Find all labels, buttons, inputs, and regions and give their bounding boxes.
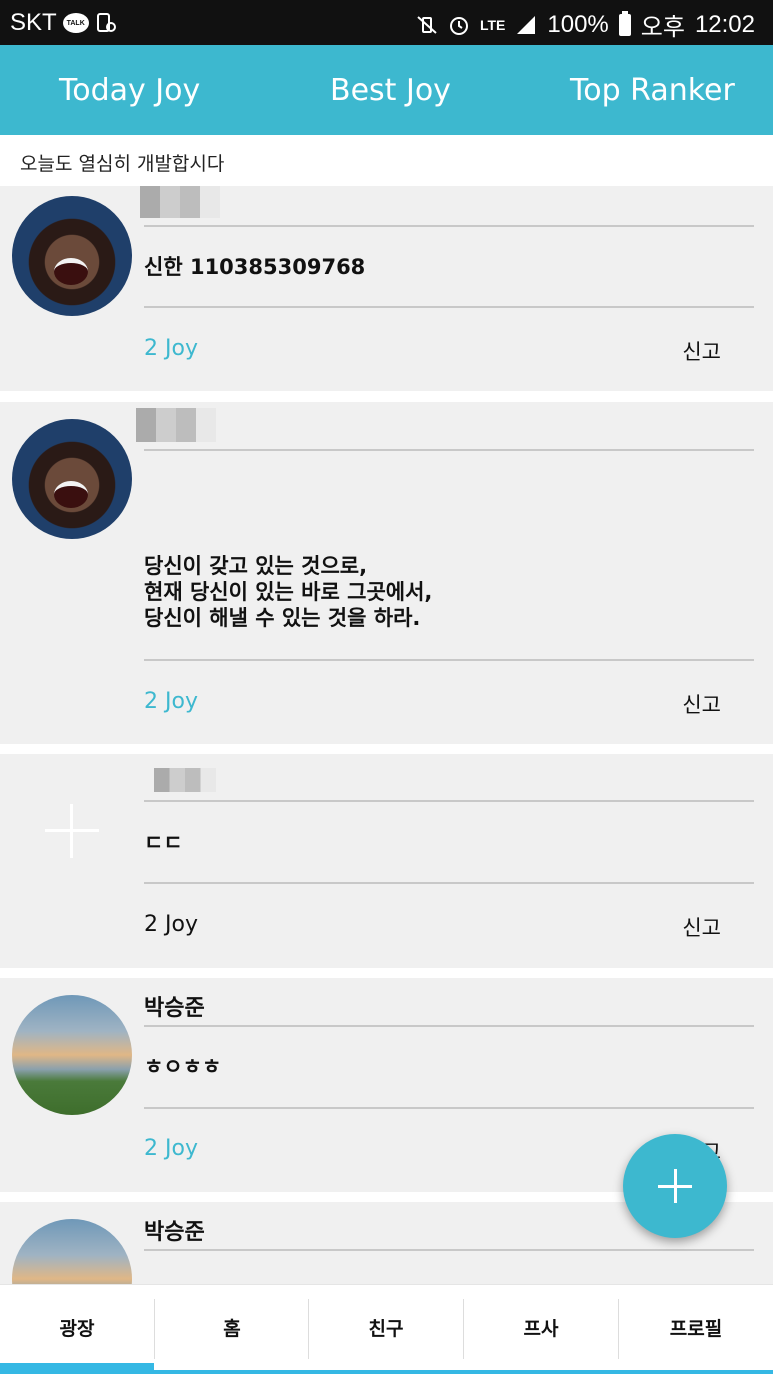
divider (144, 225, 754, 227)
divider (144, 449, 754, 451)
nav-friends[interactable]: 친구 (309, 1285, 463, 1375)
post-feed[interactable]: 신한 110385309768 2 Joy 신고 당신이 갖고 있는 것으로, … (0, 186, 773, 1284)
avatar[interactable] (12, 419, 132, 539)
divider (144, 1107, 754, 1109)
bottom-nav: 광장 홈 친구 프사 프로필 (0, 1284, 773, 1375)
active-tab-indicator (0, 1363, 154, 1370)
vibrate-icon (417, 15, 437, 34)
joy-count[interactable]: 2 Joy (144, 689, 198, 714)
nav-bottom-border (0, 1370, 773, 1374)
battery-icon (618, 10, 631, 36)
avatar[interactable] (12, 196, 132, 316)
post-content: ㄷㄷ (144, 831, 183, 855)
nav-profile-photo[interactable]: 프사 (464, 1285, 618, 1375)
joy-count[interactable]: 2 Joy (144, 336, 198, 361)
author-name-redacted (140, 186, 220, 218)
nav-profile[interactable]: 프로필 (619, 1285, 773, 1375)
author-name[interactable]: 박승준 (144, 990, 205, 1022)
divider (144, 306, 754, 308)
phone-sync-icon (96, 13, 116, 32)
avatar[interactable] (12, 995, 132, 1115)
divider (144, 1249, 754, 1251)
joy-count[interactable]: 2 Joy (144, 1136, 198, 1161)
add-post-button[interactable] (623, 1134, 727, 1238)
status-bar: SKT TALK LTE 100% 오후 12:02 (0, 0, 773, 45)
post-content: 당신이 갖고 있는 것으로, 현재 당신이 있는 바로 그곳에서, 당신이 해낼… (144, 554, 433, 630)
tab-top-ranker[interactable]: Top Ranker (570, 45, 735, 135)
tab-best-joy[interactable]: Best Joy (330, 45, 451, 135)
joy-count[interactable]: 2 Joy (144, 912, 198, 937)
post-card[interactable]: 당신이 갖고 있는 것으로, 현재 당신이 있는 바로 그곳에서, 당신이 해낼… (0, 402, 773, 744)
author-name-redacted (154, 768, 216, 792)
divider (144, 659, 754, 661)
divider (144, 882, 754, 884)
tab-today-joy[interactable]: Today Joy (59, 45, 200, 135)
top-tab-bar: Today Joy Best Joy Top Ranker (0, 45, 773, 135)
report-button[interactable]: 신고 (682, 912, 721, 942)
divider (144, 1025, 754, 1027)
time-ampm: 오후 (640, 14, 685, 41)
post-card[interactable]: ㄷㄷ 2 Joy 신고 (0, 754, 773, 968)
divider (144, 800, 754, 802)
report-button[interactable]: 신고 (682, 689, 721, 719)
alarm-icon (449, 16, 468, 35)
signal-icon (517, 15, 536, 34)
notice-banner: 오늘도 열심히 개발합시다 (0, 135, 773, 186)
carrier-label: SKT (10, 9, 57, 36)
post-card[interactable]: 신한 110385309768 2 Joy 신고 (0, 186, 773, 391)
avatar[interactable] (12, 1219, 132, 1284)
nav-plaza[interactable]: 광장 (0, 1285, 154, 1375)
kakaotalk-icon: TALK (62, 13, 89, 33)
nav-home[interactable]: 홈 (155, 1285, 309, 1375)
author-name-redacted (136, 408, 216, 442)
battery-percent: 100% (547, 10, 609, 38)
default-avatar-plus-icon[interactable] (45, 804, 99, 858)
post-content: ㅎㅇㅎㅎ (144, 1055, 222, 1079)
author-name[interactable]: 박승준 (144, 1214, 205, 1246)
post-content: 신한 110385309768 (144, 255, 366, 279)
lte-icon: LTE (479, 16, 506, 33)
report-button[interactable]: 신고 (682, 336, 721, 366)
clock: 12:02 (694, 10, 755, 38)
notice-text: 오늘도 열심히 개발합시다 (20, 153, 225, 175)
